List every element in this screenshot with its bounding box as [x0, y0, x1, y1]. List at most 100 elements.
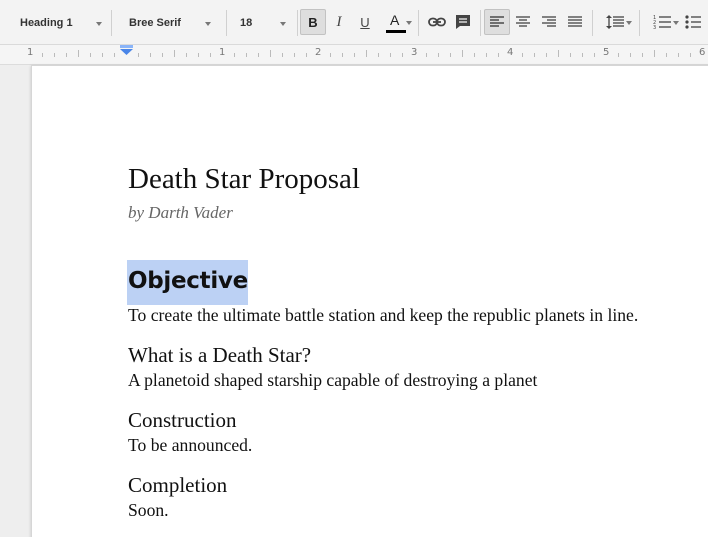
align-left-icon — [490, 16, 504, 27]
ruler-tick — [558, 50, 559, 57]
ruler-tick — [294, 53, 295, 57]
font-dropdown[interactable]: Bree Serif — [116, 9, 222, 37]
ruler-tick — [270, 50, 271, 57]
font-size-dropdown[interactable]: 18 — [230, 9, 294, 37]
ruler-label: 4 — [507, 47, 514, 58]
ruler-tick — [522, 53, 523, 57]
align-left-button[interactable] — [484, 9, 510, 35]
comment-icon — [456, 15, 470, 29]
align-right-button[interactable] — [536, 9, 562, 35]
ruler-tick — [642, 53, 643, 57]
ruler-tick — [666, 53, 667, 57]
paragraph-style-value: Heading 1 — [20, 17, 73, 29]
font-value: Bree Serif — [129, 17, 181, 29]
ruler-tick — [342, 53, 343, 57]
insert-comment-button[interactable] — [450, 9, 476, 35]
ruler-tick — [630, 53, 631, 57]
ruler-tick — [390, 53, 391, 57]
underline-button[interactable]: U — [352, 9, 378, 35]
ruler-tick — [258, 53, 259, 57]
section-heading-construction[interactable]: Construction — [128, 408, 237, 433]
ruler-tick — [366, 50, 367, 57]
ruler-tick — [282, 53, 283, 57]
chevron-down-icon — [406, 21, 412, 25]
ruler-tick — [150, 53, 151, 57]
section-body-construction[interactable]: To be announced. — [128, 435, 252, 456]
ruler-tick — [570, 53, 571, 57]
formatting-toolbar: Heading 1 Bree Serif 18 B I U A 1 2 3 — [0, 0, 708, 45]
ruler-tick — [402, 53, 403, 57]
svg-text:3: 3 — [653, 25, 656, 29]
ruler-tick — [90, 53, 91, 57]
bulleted-list-icon — [685, 15, 701, 29]
section-heading-what-is[interactable]: What is a Death Star? — [128, 343, 311, 368]
ruler-label: 5 — [603, 47, 610, 58]
document-title[interactable]: Death Star Proposal — [128, 163, 360, 196]
ruler-tick — [654, 50, 655, 57]
ruler-tick — [546, 53, 547, 57]
ruler-tick — [438, 53, 439, 57]
ruler-label: 3 — [411, 47, 418, 58]
ruler-tick — [210, 53, 211, 57]
ruler-tick — [354, 53, 355, 57]
ruler-tick — [690, 53, 691, 57]
paragraph-style-dropdown[interactable]: Heading 1 — [8, 9, 108, 37]
section-body-what-is[interactable]: A planetoid shaped starship capable of d… — [128, 370, 537, 391]
toolbar-divider — [592, 10, 593, 36]
ruler-tick — [186, 53, 187, 57]
ruler-tick — [582, 53, 583, 57]
ruler-label: 6 — [699, 47, 706, 58]
ruler-tick — [534, 53, 535, 57]
ruler-label: 1 — [219, 47, 226, 58]
insert-link-button[interactable] — [424, 9, 450, 35]
align-right-icon — [542, 16, 556, 27]
ruler-tick — [486, 53, 487, 57]
ruler-tick — [78, 50, 79, 57]
numbered-list-icon: 123 — [653, 15, 671, 29]
toolbar-divider — [418, 10, 419, 36]
ruler-tick — [426, 53, 427, 57]
text-color-icon: A — [385, 11, 406, 33]
document-subtitle[interactable]: by Darth Vader — [128, 203, 233, 223]
indent-marker-icon[interactable] — [120, 45, 133, 55]
toolbar-divider — [480, 10, 481, 36]
underline-icon: U — [360, 14, 370, 30]
ruler-tick — [462, 50, 463, 57]
text-color-button[interactable]: A — [378, 9, 412, 35]
line-spacing-icon — [606, 15, 624, 29]
section-heading-objective[interactable]: Objective — [127, 260, 248, 305]
bold-button[interactable]: B — [300, 9, 326, 35]
section-heading-completion[interactable]: Completion — [128, 473, 227, 498]
align-justify-button[interactable] — [562, 9, 588, 35]
section-body-objective[interactable]: To create the ultimate battle station an… — [128, 305, 638, 326]
bold-icon: B — [308, 14, 318, 30]
numbered-list-button[interactable]: 123 — [643, 9, 681, 35]
ruler-tick — [450, 53, 451, 57]
link-icon — [428, 17, 446, 27]
section-body-completion[interactable]: Soon. — [128, 500, 169, 521]
bulleted-list-button[interactable] — [681, 9, 705, 35]
align-center-button[interactable] — [510, 9, 536, 35]
ruler-tick — [678, 53, 679, 57]
ruler-tick — [174, 50, 175, 57]
chevron-down-icon — [280, 22, 286, 26]
ruler-tick — [102, 53, 103, 57]
ruler-tick — [198, 53, 199, 57]
horizontal-ruler[interactable]: 1 1 2 3 4 5 6 — [0, 45, 708, 65]
chevron-down-icon — [96, 22, 102, 26]
chevron-down-icon — [205, 22, 211, 26]
ruler-tick — [306, 53, 307, 57]
ruler-tick — [162, 53, 163, 57]
ruler-tick — [474, 53, 475, 57]
toolbar-divider — [111, 10, 112, 36]
italic-button[interactable]: I — [326, 9, 352, 35]
line-spacing-button[interactable] — [597, 9, 633, 35]
ruler-tick — [330, 53, 331, 57]
font-size-value: 18 — [240, 17, 253, 29]
align-justify-icon — [568, 16, 582, 27]
ruler-tick — [498, 53, 499, 57]
ruler-tick — [378, 53, 379, 57]
toolbar-divider — [639, 10, 640, 36]
ruler-tick — [66, 53, 67, 57]
document-page[interactable]: Death Star Proposal by Darth Vader Objec… — [31, 65, 708, 537]
